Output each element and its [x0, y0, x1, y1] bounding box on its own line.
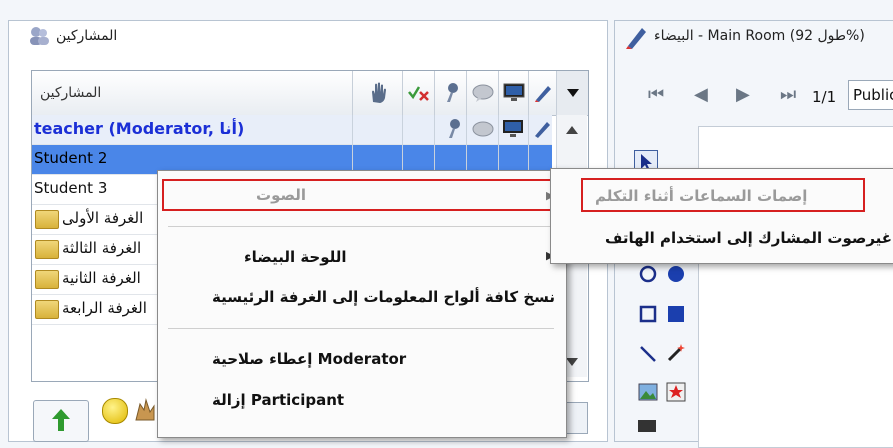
emoticon-smile-icon[interactable] — [102, 398, 128, 424]
room-name: الغرفة الأولى — [62, 209, 144, 227]
audio-submenu: إصمات السماعات أثناء التكلم غيرصوت المشا… — [550, 168, 893, 264]
participants-icon — [28, 26, 49, 46]
header-name-label: المشاركين — [40, 85, 102, 101]
menu-item-copy-boards[interactable]: نسخ كافة ألواح المعلومات إلى الغرفة الرئ… — [212, 288, 555, 306]
permission-column-header[interactable] — [402, 71, 435, 115]
microphone-icon — [447, 83, 458, 102]
visibility-select[interactable]: Public — [848, 80, 893, 110]
chat-column-header[interactable] — [466, 71, 499, 115]
scroll-down-icon[interactable] — [565, 357, 579, 367]
pencil-icon — [535, 86, 551, 102]
chat-bubble-icon[interactable] — [472, 121, 494, 139]
whiteboard-title: البيضاء - Main Room (طول 92%) — [654, 28, 865, 44]
monitor-icon — [503, 83, 525, 101]
rectangle-outline-tool[interactable] — [638, 304, 658, 324]
participant-name: Student 2 — [34, 149, 108, 167]
first-page-icon[interactable]: ⏮ — [648, 84, 664, 105]
participant-name: Student 3 — [34, 179, 108, 197]
highlight-box — [162, 179, 554, 211]
draw-column-header[interactable] — [528, 71, 557, 115]
room-name: الغرفة الثانية — [62, 269, 141, 287]
green-up-arrow-icon — [52, 409, 70, 431]
participant-name: teacher (Moderator, أنا) — [34, 119, 245, 138]
participant-row[interactable]: teacher (Moderator, أنا) — [32, 115, 552, 145]
menu-separator — [168, 226, 554, 227]
menu-item-remove-participant[interactable]: إزالة Participant — [212, 391, 344, 409]
line-tool[interactable] — [638, 344, 658, 364]
microphone-column-header[interactable] — [434, 71, 467, 115]
room-name: الغرفة الرابعة — [62, 299, 147, 317]
circle-outline-tool[interactable] — [638, 264, 658, 284]
hand-icon — [372, 82, 386, 103]
menu-separator — [168, 328, 554, 329]
menu-item-grant-moderator[interactable]: إعطاء صلاحية Moderator — [212, 350, 406, 368]
room-name: الغرفة الثالثة — [62, 239, 142, 257]
previous-page-icon[interactable]: ◀ — [694, 84, 708, 105]
circle-filled-tool[interactable] — [666, 264, 686, 284]
upload-button[interactable] — [33, 400, 89, 442]
scroll-up-icon[interactable] — [565, 125, 579, 135]
next-page-icon[interactable]: ▶ — [736, 84, 750, 105]
screen-column-header[interactable] — [498, 71, 529, 115]
rectangle-filled-tool[interactable] — [666, 304, 686, 324]
stamp-tool[interactable] — [666, 382, 686, 402]
whiteboard-pencil-icon — [624, 24, 650, 54]
folder-icon — [35, 300, 59, 319]
menu-item-audio[interactable]: الصوت — [256, 186, 306, 204]
page-indicator: 1/1 — [812, 88, 837, 106]
chat-bubble-icon — [472, 84, 494, 102]
monitor-icon[interactable] — [502, 119, 524, 139]
folder-icon — [35, 270, 59, 289]
magic-wand-tool[interactable] — [666, 342, 686, 362]
pencil-icon[interactable] — [532, 119, 552, 139]
chevron-down-icon — [567, 89, 579, 97]
columns-dropdown-button[interactable] — [556, 71, 588, 115]
hand-column-header[interactable] — [352, 71, 403, 115]
extra-tool[interactable] — [638, 420, 656, 432]
menu-item-whiteboard[interactable]: اللوحة البيضاء — [244, 248, 347, 266]
context-menu: الصوت ▶ اللوحة البيضاء ▶ نسخ كافة ألواح … — [157, 170, 567, 438]
submenu-item-mute-speakers[interactable]: إصمات السماعات أثناء التكلم — [595, 187, 807, 205]
microphone-icon[interactable] — [444, 118, 462, 140]
grid-header: المشاركين — [32, 71, 588, 116]
gesture-icon[interactable] — [132, 396, 158, 422]
folder-icon — [35, 240, 59, 259]
check-x-icon — [408, 86, 429, 101]
image-tool[interactable] — [638, 382, 658, 402]
participants-panel-title: المشاركين — [56, 28, 118, 44]
last-page-icon[interactable]: ⏭ — [780, 84, 796, 105]
folder-icon — [35, 210, 59, 229]
submenu-item-switch-to-phone[interactable]: غيرصوت المشارك إلى استخدام الهاتف. — [605, 229, 893, 247]
